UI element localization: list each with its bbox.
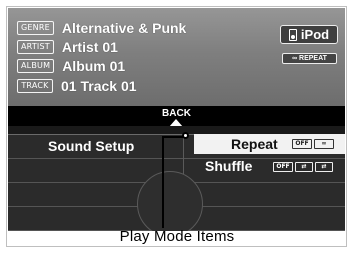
source-label: iPod: [300, 27, 330, 42]
callout-line-vertical: [162, 136, 164, 228]
repeat-item[interactable]: Repeat: [231, 136, 278, 152]
back-label: BACK: [162, 108, 191, 119]
repeat-loop-icon: ∞: [292, 55, 298, 62]
repeat-status-badge: ∞ REPEAT: [282, 53, 337, 64]
genre-row: GENRE Alternative & Punk: [17, 20, 186, 36]
artist-value: Artist 01: [61, 39, 118, 55]
shuffle-icon[interactable]: ⇄: [295, 162, 313, 172]
sound-setup-item[interactable]: Sound Setup: [48, 138, 134, 154]
track-row: TRACK 01 Track 01: [17, 78, 137, 94]
repeat-off-option[interactable]: OFF: [292, 139, 312, 149]
album-row: ALBUM Album 01: [17, 58, 125, 74]
repeat-on-icon[interactable]: ∞: [314, 139, 334, 149]
back-button[interactable]: BACK: [8, 106, 345, 127]
figure-caption: Play Mode Items: [119, 228, 235, 245]
genre-value: Alternative & Punk: [61, 20, 187, 36]
audio-screen: GENRE Alternative & Punk ARTIST Artist 0…: [8, 8, 345, 231]
now-playing-panel: GENRE Alternative & Punk ARTIST Artist 0…: [8, 8, 345, 106]
track-tag: TRACK: [17, 79, 53, 93]
callout-dot: [182, 132, 189, 139]
selector-dial: [137, 171, 203, 231]
artist-tag: ARTIST: [17, 40, 54, 54]
repeat-status-label: REPEAT: [299, 55, 327, 62]
shuffle-album-icon[interactable]: ⇄: [315, 162, 333, 172]
genre-tag: GENRE: [17, 21, 54, 35]
source-indicator: iPod: [280, 25, 338, 44]
track-value: 01 Track 01: [61, 78, 137, 94]
shuffle-item[interactable]: Shuffle: [205, 158, 252, 174]
album-tag: ALBUM: [17, 59, 55, 73]
ipod-icon: [288, 28, 297, 41]
album-value: Album 01: [62, 58, 126, 74]
play-menu: Sound Setup Repeat OFF ∞ Shuffle OFF ⇄ ⇄: [8, 126, 345, 231]
artist-row: ARTIST Artist 01: [17, 39, 118, 55]
shuffle-off-option[interactable]: OFF: [273, 162, 293, 172]
